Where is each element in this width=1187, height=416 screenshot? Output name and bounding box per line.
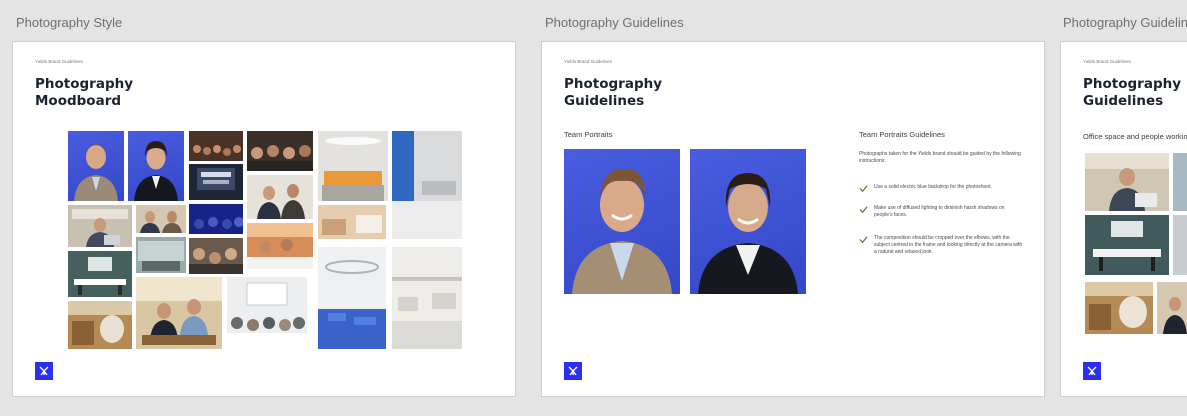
guideline-item: The composition should be cropped over t…: [859, 235, 1024, 256]
check-icon: [859, 185, 868, 193]
page-title: Photography Guidelines: [564, 76, 663, 109]
photo-tile: [247, 131, 313, 171]
photo-tile: [189, 164, 243, 200]
photo-tile: [1173, 153, 1187, 211]
photo-tile: [1157, 282, 1187, 334]
portrait-man: [564, 149, 680, 294]
guideline-text: Make use of diffused lighting to diminis…: [874, 205, 1005, 218]
frame-label[interactable]: Photography Style: [16, 15, 122, 30]
frame-label[interactable]: Photography Guidelines: [1063, 15, 1187, 30]
page-photography-moodboard[interactable]: Yields Brand Guidelines Photography Mood…: [12, 41, 516, 397]
photo-tile: [68, 131, 124, 201]
section-label-team-portraits: Team Portraits: [564, 130, 613, 139]
photo-tile: [68, 301, 132, 349]
frame-label[interactable]: Photography Guidelines: [545, 15, 684, 30]
document-tag: Yields Brand Guidelines: [35, 59, 83, 64]
check-icon: [859, 236, 868, 244]
yields-logo-icon: [564, 362, 582, 380]
photo-tile: [1085, 215, 1169, 275]
guideline-item: Make use of diffused lighting to diminis…: [859, 205, 1024, 219]
document-tag: Yields Brand Guidelines: [564, 59, 612, 64]
portrait-woman: [690, 149, 806, 294]
photo-tile: [1085, 282, 1153, 334]
photo-tile: [136, 205, 186, 233]
photo-tile: [392, 247, 462, 349]
check-icon: [859, 206, 868, 214]
guidelines-intro: Photographs taken for the Yields brand s…: [859, 151, 1021, 164]
photo-tile: [68, 205, 132, 247]
photo-tile: [318, 131, 388, 201]
photo-tile: [68, 251, 132, 297]
photo-tile: [247, 175, 313, 219]
photo-tile: [392, 131, 462, 239]
photo-tile: [318, 205, 386, 239]
guideline-text: Use a solid electric blue backdrop for t…: [874, 184, 992, 190]
document-tag: Yields Brand Guidelines: [1083, 59, 1131, 64]
section-label-guidelines: Team Portraits Guidelines: [859, 130, 945, 139]
photo-tile: [136, 237, 186, 273]
photo-tile: [1085, 153, 1169, 211]
photo-tile: [136, 277, 222, 349]
page-title: Photography Guidelines: [1083, 76, 1182, 109]
photo-tile: [189, 204, 243, 234]
section-label-office: Office space and people working: [1083, 132, 1187, 141]
page-title: Photography Moodboard: [35, 76, 134, 109]
guideline-item: Use a solid electric blue backdrop for t…: [859, 184, 1024, 193]
photo-tile: [318, 247, 386, 349]
photo-tile: [1173, 215, 1187, 275]
page-photography-guidelines-office[interactable]: Yields Brand Guidelines Photography Guid…: [1060, 41, 1187, 397]
photo-tile: [189, 238, 243, 274]
photo-tile: [128, 131, 184, 201]
photo-tile: [227, 277, 307, 349]
yields-logo-icon: [35, 362, 53, 380]
yields-logo-icon: [1083, 362, 1101, 380]
page-photography-guidelines[interactable]: Yields Brand Guidelines Photography Guid…: [541, 41, 1045, 397]
guideline-text: The composition should be cropped over t…: [874, 235, 1023, 255]
photo-tile: [247, 223, 313, 269]
photo-tile: [189, 131, 243, 161]
